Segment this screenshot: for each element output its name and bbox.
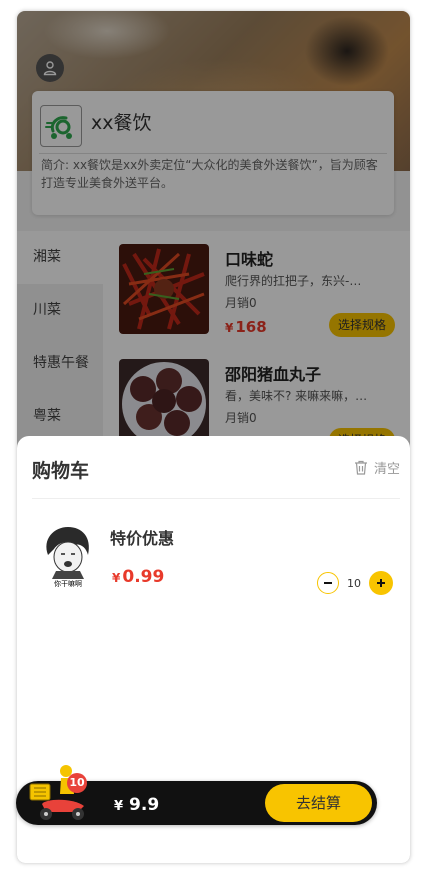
trash-icon <box>354 460 367 475</box>
cart-total: ¥9.9 <box>114 795 160 815</box>
image-caption: 你干嘛啊 <box>54 579 82 588</box>
app-screen: xx餐饮 简介: xx餐饮是xx外卖定位“大众化的美食外送餐饮”，旨为顾客打造专… <box>17 11 410 863</box>
clear-cart-label: 清空 <box>373 462 400 477</box>
cart-count-badge: 10 <box>67 773 87 793</box>
checkout-button[interactable]: 去结算 <box>265 784 372 822</box>
decrease-button[interactable] <box>317 572 339 594</box>
clear-cart-button[interactable]: 清空 <box>354 458 400 477</box>
cart-item-price: ¥0.99 <box>112 567 165 587</box>
minus-icon <box>324 582 332 584</box>
increase-button[interactable] <box>369 571 393 595</box>
quantity-value: 10 <box>347 576 361 590</box>
plus-icon <box>377 579 385 587</box>
cart-item-image: 你干嘛啊 <box>34 521 102 589</box>
cart-item-name: 特价优惠 <box>110 529 175 548</box>
cart-title: 购物车 <box>32 460 90 482</box>
delivery-rider-icon[interactable] <box>28 764 90 822</box>
quantity-stepper: 10 <box>317 571 393 595</box>
cart-divider <box>32 498 400 499</box>
